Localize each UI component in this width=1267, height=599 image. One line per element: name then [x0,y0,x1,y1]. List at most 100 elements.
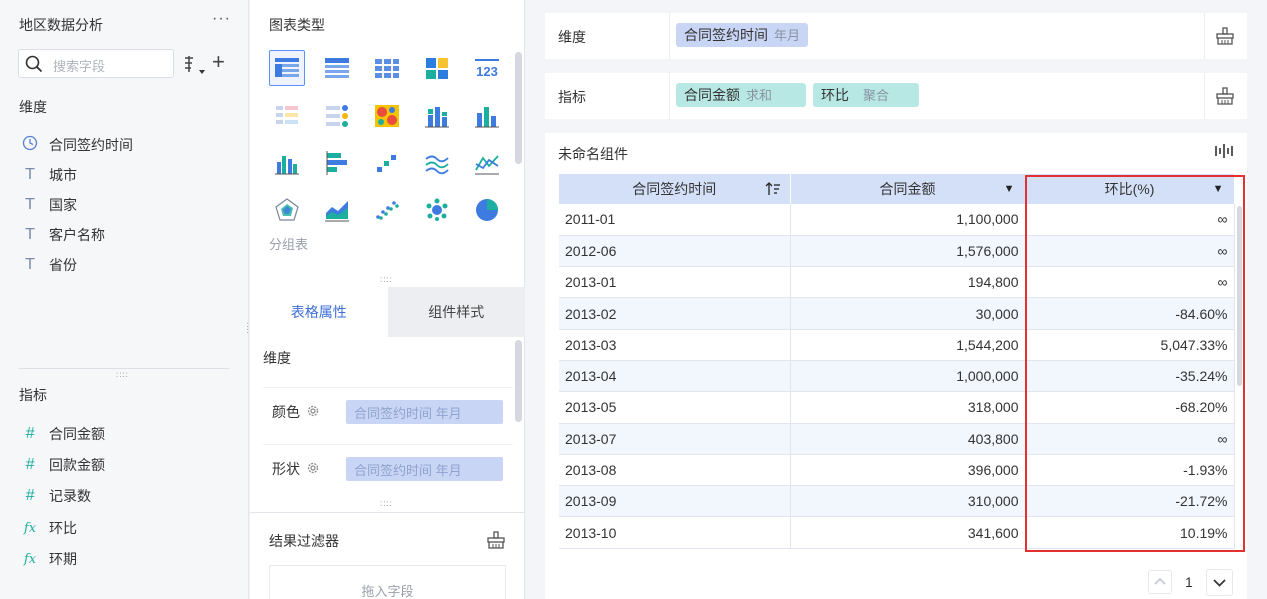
sort-ascending-icon[interactable] [765,181,781,197]
formula-icon: fx [23,520,37,536]
field-search-input[interactable]: 搜索字段 [18,49,174,78]
table-row[interactable]: 2013-07 403,800 ∞ [559,423,1235,455]
chart-type-radar-icon[interactable] [269,192,305,228]
chart-type-detail-table-icon[interactable] [319,50,355,86]
chart-type-cross-table-icon[interactable] [369,50,405,86]
measure-pill-contract-amount[interactable]: 合同金额 求和 [676,83,806,107]
table-row[interactable]: 2011-01 1,100,000 ∞ [559,204,1235,236]
dataset-title: 地区数据分析 [19,17,103,33]
column-header-mom-percent[interactable]: 环比(%) ▼ [1025,174,1235,204]
field-label: 省份 [49,257,77,273]
field-item-city[interactable]: T 城市 [19,164,77,186]
tab-table-properties[interactable]: 表格属性 [250,287,388,337]
chart-type-list-icon[interactable] [319,98,355,134]
cell-date: 2013-10 [559,516,791,549]
field-item-mom[interactable]: fx 环比 [19,517,77,539]
chart-type-area-icon[interactable] [319,192,355,228]
table-row[interactable]: 2013-02 30,000 -84.60% [559,297,1235,330]
column-header-contract-amount[interactable]: 合同金额 ▼ [790,174,1026,204]
chart-type-scrollbar[interactable] [515,52,522,164]
table-row[interactable]: 2013-10 341,600 10.19% [559,516,1235,549]
cell-mom: -35.24% [1025,360,1235,393]
more-options-icon[interactable]: ··· [212,10,231,28]
table-row[interactable]: 2013-01 194,800 ∞ [559,266,1235,299]
chart-type-matrix-icon[interactable] [419,50,455,86]
color-field-pill[interactable]: 合同签约时间 年月 [346,400,503,424]
dimension-pill-contract-sign-time[interactable]: 合同签约时间 年月 [676,23,809,47]
dropdown-caret-icon[interactable]: ▼ [1004,183,1015,195]
field-label: 合同签约时间 [49,137,133,153]
divider [1204,73,1205,119]
drag-handle-icon[interactable]: :::: [380,276,393,284]
chart-type-waterfall-icon[interactable] [369,145,405,181]
field-item-period[interactable]: fx 环期 [19,548,77,570]
chart-type-stacked-bar-icon[interactable] [419,98,455,134]
clear-brush-icon[interactable] [486,530,506,550]
clear-brush-icon[interactable] [1215,26,1235,46]
page-down-button[interactable] [1206,569,1233,596]
divider [669,73,670,119]
clear-brush-icon[interactable] [1215,86,1235,106]
chart-type-title: 图表类型 [269,17,325,33]
pill-field-name: 合同签约时间 [684,27,768,43]
pill-aggregation: 求和 [746,88,773,103]
field-item-record-count[interactable]: # 记录数 [19,485,91,507]
field-label: 客户名称 [49,227,105,243]
page-number: 1 [1185,574,1193,590]
cell-mom: ∞ [1025,204,1235,236]
chart-type-line-icon[interactable] [419,145,455,181]
gear-icon[interactable] [306,404,320,418]
chart-settings-icon[interactable] [1214,143,1234,159]
number-type-icon: # [25,487,35,504]
table-row[interactable]: 2013-03 1,544,200 5,047.33% [559,329,1235,361]
table-row[interactable]: 2013-04 1,000,000 -35.24% [559,360,1235,393]
shape-field-pill[interactable]: 合同签约时间 年月 [346,457,503,481]
chart-type-column-icon[interactable] [469,98,505,134]
field-label: 回款金额 [49,457,105,473]
chart-type-grouped-column-icon[interactable] [269,145,305,181]
filter-drop-zone[interactable]: 拖入字段 [269,565,506,599]
chart-type-kpi-icon[interactable]: 123 [469,50,505,86]
field-sort-icon[interactable] [183,55,207,75]
field-item-province[interactable]: T 省份 [19,254,77,276]
field-item-country[interactable]: T 国家 [19,194,77,216]
dropdown-caret-icon[interactable]: ▼ [1213,183,1224,195]
field-item-contract-amount[interactable]: # 合同金额 [19,423,105,445]
chart-type-color-table-icon[interactable] [269,98,305,134]
drag-handle-icon[interactable]: :::: [380,500,393,508]
chart-type-pie-icon[interactable] [469,192,505,228]
tab-component-style[interactable]: 组件样式 [387,287,525,337]
gear-icon[interactable] [306,461,320,475]
table-row[interactable]: 2013-08 396,000 -1.93% [559,454,1235,487]
pill-field-name: 环比 [821,87,849,103]
chart-type-bar-icon[interactable] [319,145,355,181]
cell-mom: -21.72% [1025,485,1235,518]
drag-handle-icon[interactable]: :::: [116,371,129,379]
chart-type-bubble-icon[interactable] [419,192,455,228]
cell-amount: 310,000 [790,485,1026,518]
field-item-payment-amount[interactable]: # 回款金额 [19,454,105,476]
data-table: 合同签约时间 合同金额 ▼ 环比(%) ▼ 2011-01 1,100,000 ∞ 2… [559,174,1235,549]
add-field-icon[interactable]: + [212,51,225,73]
measure-pill-mom[interactable]: 环比 聚合 [813,83,919,107]
table-row[interactable]: 2013-09 310,000 -21.72% [559,485,1235,518]
field-item-contract-sign-time[interactable]: 合同签约时间 [19,134,133,156]
text-type-icon: T [25,166,35,183]
chart-type-scatter-icon[interactable] [369,192,405,228]
panel-splitter[interactable] [19,368,229,369]
table-scrollbar[interactable] [1237,206,1242,386]
cell-mom: 10.19% [1025,516,1235,549]
field-item-customer-name[interactable]: T 客户名称 [19,224,105,246]
widget-title[interactable]: 未命名组件 [558,144,628,164]
chart-type-heatmap-icon[interactable] [369,98,405,134]
property-scrollbar[interactable] [515,340,522,422]
number-type-icon: # [25,456,35,473]
column-header-contract-sign-time[interactable]: 合同签约时间 [559,174,791,204]
table-row[interactable]: 2012-06 1,576,000 ∞ [559,235,1235,268]
divider [669,13,670,59]
chart-type-polyline-icon[interactable] [469,145,505,181]
table-row[interactable]: 2013-05 318,000 -68.20% [559,391,1235,424]
property-dimension-label: 维度 [263,350,291,366]
chart-type-grouped-table-icon[interactable] [269,50,305,86]
page-up-button[interactable] [1148,570,1172,594]
